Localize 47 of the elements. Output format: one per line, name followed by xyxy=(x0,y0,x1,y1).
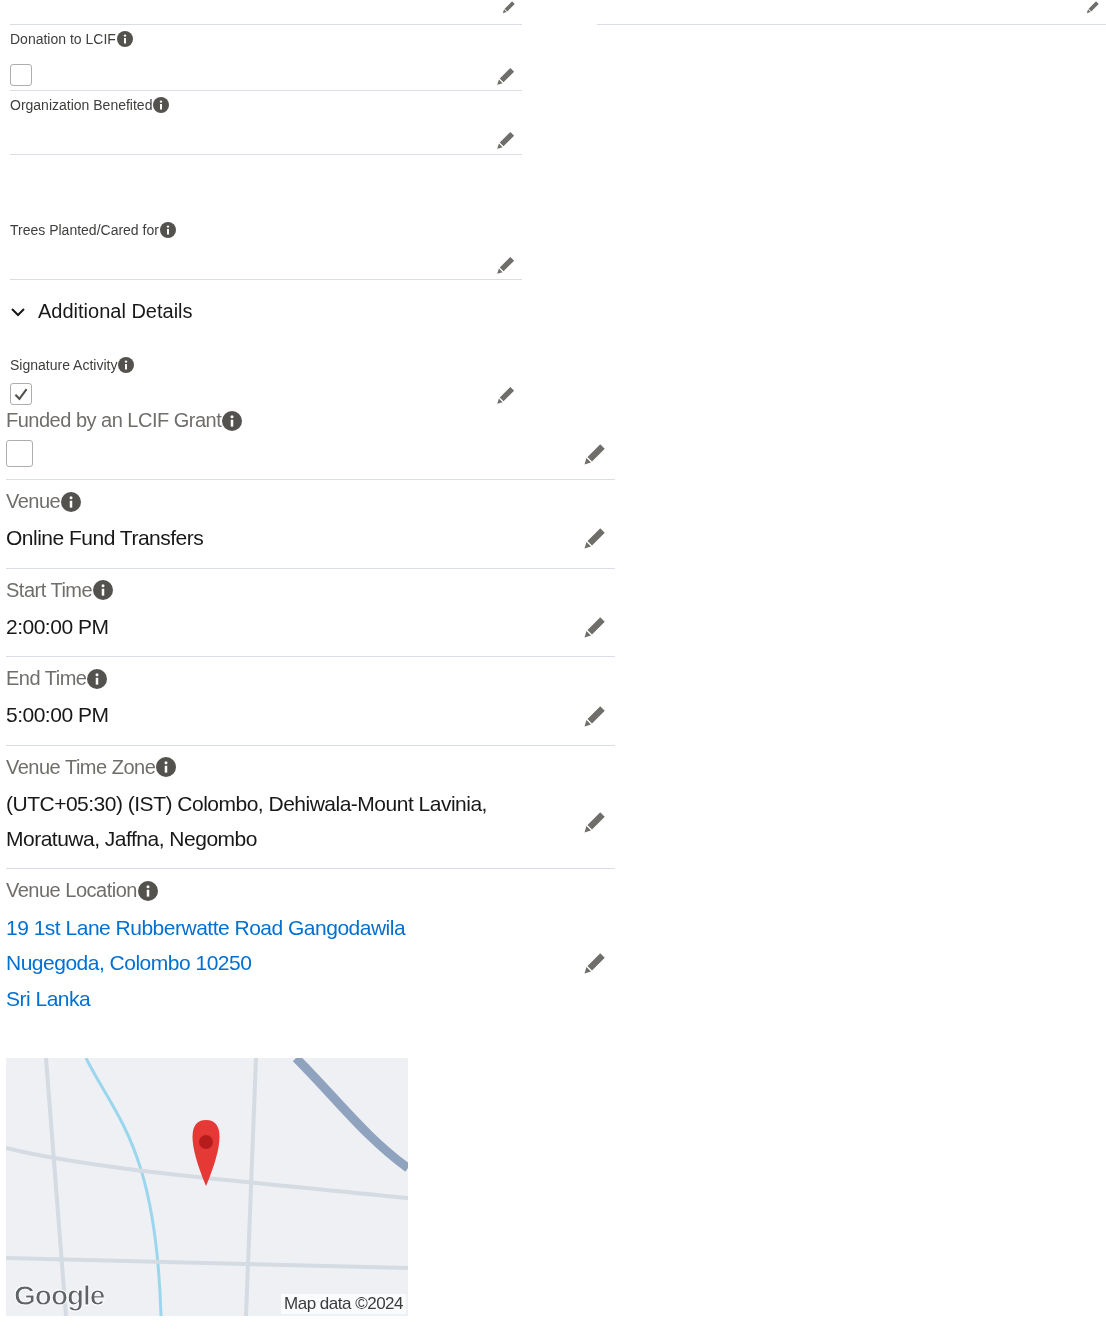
checkbox[interactable] xyxy=(6,440,33,467)
checkbox[interactable] xyxy=(10,64,32,86)
map-pin-icon xyxy=(192,1120,220,1186)
pencil-icon[interactable] xyxy=(583,614,607,639)
pencil-icon[interactable] xyxy=(583,526,607,551)
info-icon xyxy=(137,880,158,901)
address-link[interactable]: Nugegoda, Colombo 10250 xyxy=(6,945,406,981)
section-toggle[interactable]: Additional Details xyxy=(10,300,193,323)
field-label: Trees Planted/Cared for xyxy=(10,222,522,238)
info-icon xyxy=(153,97,170,113)
field-label: Signature Activity xyxy=(10,357,522,373)
map-attribution: Map data ©2024 xyxy=(281,1294,406,1314)
pencil-icon[interactable] xyxy=(583,703,607,728)
field-label: Donation to LCIF xyxy=(10,31,522,47)
field-value: (UTC+05:30) (IST) Colombo, Dehiwala-Mount Lavinia, Moratuwa, Jaffna, Negombo xyxy=(6,790,488,852)
field-value: 5:00:00 PM xyxy=(6,702,109,729)
info-icon xyxy=(118,357,135,373)
info-icon xyxy=(156,757,177,778)
info-icon xyxy=(61,491,82,512)
info-icon xyxy=(159,222,176,238)
pencil-icon[interactable] xyxy=(496,66,516,86)
pencil-icon[interactable] xyxy=(496,385,516,405)
field-label: Venue Location xyxy=(6,879,615,903)
pencil-icon[interactable] xyxy=(583,441,607,466)
field-label: Funded by an LCIF Grant xyxy=(6,409,615,432)
field-label: Venue xyxy=(6,490,615,513)
info-icon xyxy=(116,31,133,47)
checkbox[interactable] xyxy=(10,383,32,405)
field-value: 2:00:00 PM xyxy=(6,613,109,640)
pencil-icon[interactable] xyxy=(1086,0,1100,14)
map-background[interactable]: Google Map data ©2024 xyxy=(6,1058,408,1316)
field-label: Organization Benefited xyxy=(10,97,522,113)
field-label: Venue Time Zone xyxy=(6,755,615,779)
field-label: End Time xyxy=(6,667,615,691)
pencil-icon[interactable] xyxy=(496,130,516,150)
map-logo: Google xyxy=(14,1280,105,1312)
field-value: Online Fund Transfers xyxy=(6,525,204,551)
pencil-icon[interactable] xyxy=(583,809,607,834)
pencil-icon[interactable] xyxy=(502,0,516,14)
address-link[interactable]: 19 1st Lane Rubberwatte Road Gangodawila xyxy=(6,910,406,946)
info-icon xyxy=(93,580,114,601)
info-icon xyxy=(222,410,243,431)
info-icon xyxy=(87,668,108,689)
address-link[interactable]: Sri Lanka xyxy=(6,980,406,1016)
pencil-icon[interactable] xyxy=(583,951,607,976)
pencil-icon[interactable] xyxy=(496,255,516,275)
field-label: Start Time xyxy=(6,578,615,602)
